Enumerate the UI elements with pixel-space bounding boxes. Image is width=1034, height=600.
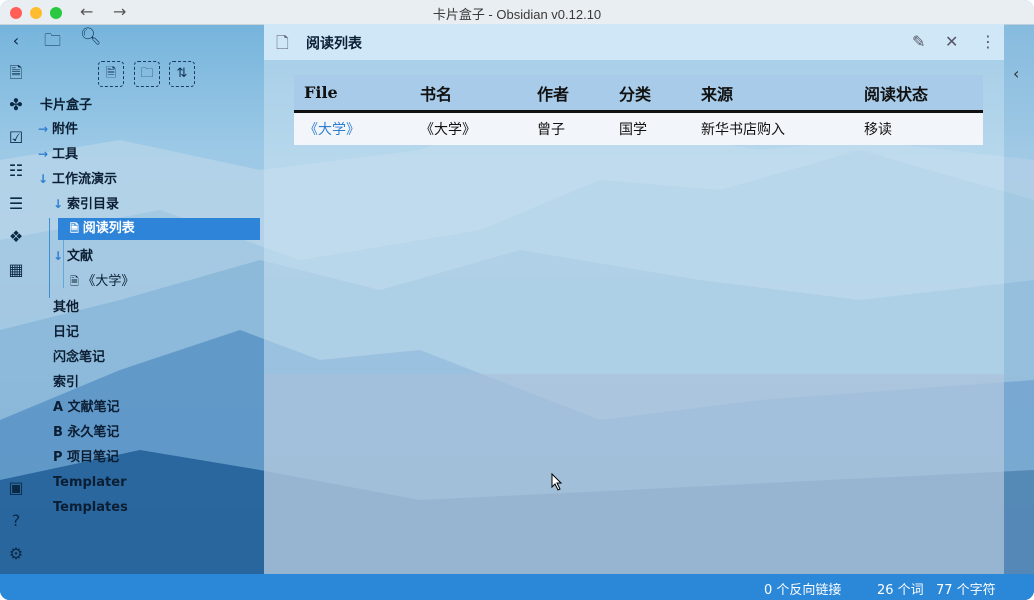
blocks-icon[interactable]: ❖ [6,227,26,247]
char-count: 77 个字符 [936,583,996,598]
tree-folder-templates[interactable]: Templates [53,497,128,519]
tree-file-daxue[interactable]: 🗎︎ 《大学》 [70,271,134,293]
tree-folder-fujian[interactable]: → 附件 [38,118,78,140]
table-cell: 国学 [609,111,691,145]
collapse-left-icon[interactable]: ‹ [6,31,26,51]
note-icon: 🗋 [276,33,289,52]
graph-icon[interactable]: ✤ [6,95,26,115]
search-icon[interactable]: 🔍︎ [80,27,102,47]
table-cell: 《大学》 [410,111,527,145]
close-icon[interactable]: ✕ [945,32,958,51]
more-options-icon[interactable]: ⋮ [980,32,996,51]
new-note-button[interactable]: 🗎 [98,61,124,87]
file-link[interactable]: 《大学》 [294,111,410,145]
title-bar: ← → 卡片盒子 - Obsidian v0.12.10 [0,0,1034,25]
column-header[interactable]: File [294,75,410,113]
tree-folder-workflow[interactable]: ↓ 工作流演示 [38,168,117,190]
mouse-cursor-icon [551,473,563,491]
table-settings-icon[interactable]: ▦ [6,260,26,280]
tree-folder-gongju[interactable]: → 工具 [38,143,78,165]
column-header[interactable]: 书名 [410,75,527,113]
right-sidebar: ‹ [1004,24,1034,574]
sort-button[interactable]: ⇅ [169,61,195,87]
new-folder-button[interactable]: 🗀 [134,61,160,87]
vault-name: 卡片盒子 [40,98,93,113]
note-icon: 🗎︎ [70,275,83,288]
tree-folder-index-dir[interactable]: ↓ 索引目录 [53,193,119,215]
table-cell: 新华书店购入 [691,111,854,145]
tree-guide-line [49,218,50,298]
tree-folder-flash-notes[interactable]: 闪念笔记 [53,347,105,369]
column-header[interactable]: 阅读状态 [854,75,983,113]
settings-icon[interactable]: ⚙ [6,544,26,564]
left-ribbon: ‹ 🗎 ✤ ☑ ☷ ☰ ❖ ▦ ▣ ? ⚙ [0,24,32,574]
table-cell: 曾子 [527,111,609,145]
tree-folder-project-notes[interactable]: P 项目笔记 [53,447,119,469]
note-icon: 🗎︎ [70,222,83,235]
note-header: 🗋 阅读列表 ✎ ✕ ⋮ [264,24,1004,60]
status-bar: 0 个反向链接 26 个词 77 个字符 [0,574,1034,600]
edit-pencil-icon[interactable]: ✎ [912,32,925,51]
backlinks-count[interactable]: 0 个反向链接 [764,579,841,598]
table-row: 《大学》 《大学》 曾子 国学 新华书店购入 移读 [294,111,983,145]
note-title: 阅读列表 [306,36,362,52]
tree-folder-templater[interactable]: Templater [53,472,126,494]
window-title: 卡片盒子 - Obsidian v0.12.10 [432,7,602,22]
table-cell: 移读 [854,111,983,145]
expand-right-icon[interactable]: ‹ [1013,64,1019,83]
column-header[interactable]: 作者 [527,75,609,113]
folder-icon[interactable]: 🗀 [44,28,61,57]
file-list-icon[interactable]: 🗎 [6,63,26,83]
tree-folder-suoyin[interactable]: 索引 [53,372,79,394]
reading-list-table: File 书名 作者 分类 来源 阅读状态 《大学》 《大学》 曾子 国学 新华… [294,75,983,145]
calendar-icon[interactable]: ☑ [6,128,26,148]
editor-pane-lower [264,374,1004,574]
tree-folder-literature-notes[interactable]: A 文献笔记 [53,397,120,419]
column-header[interactable]: 来源 [691,75,854,113]
tree-folder-permanent-notes[interactable]: B 永久笔记 [53,422,119,444]
stack-icon[interactable]: ☰ [6,194,26,214]
vault-icon[interactable]: ▣ [6,478,26,498]
table-header-row: File 书名 作者 分类 来源 阅读状态 [294,75,983,113]
app-window: ← → 卡片盒子 - Obsidian v0.12.10 ‹ 🗎 ✤ ☑ ☷ ☰… [0,0,1034,600]
word-count: 26 个词 [877,583,924,598]
column-header[interactable]: 分类 [609,75,691,113]
clipboard-icon[interactable]: ☷ [6,161,26,181]
tree-folder-wenxian[interactable]: ↓ 文献 [53,245,93,267]
tree-folder-qita[interactable]: 其他 [53,297,79,319]
tree-folder-riji[interactable]: 日记 [53,322,79,344]
help-icon[interactable]: ? [6,511,26,531]
tree-file-reading-list[interactable]: 🗎︎ 阅读列表 [58,218,260,240]
file-explorer: 🗀 🔍︎ 🗎 🗀 ⇅ 卡片盒子 → 附件 → 工具 ↓ 工作流演示 ↓ 索引目录 🗎︎ … [32,24,264,574]
